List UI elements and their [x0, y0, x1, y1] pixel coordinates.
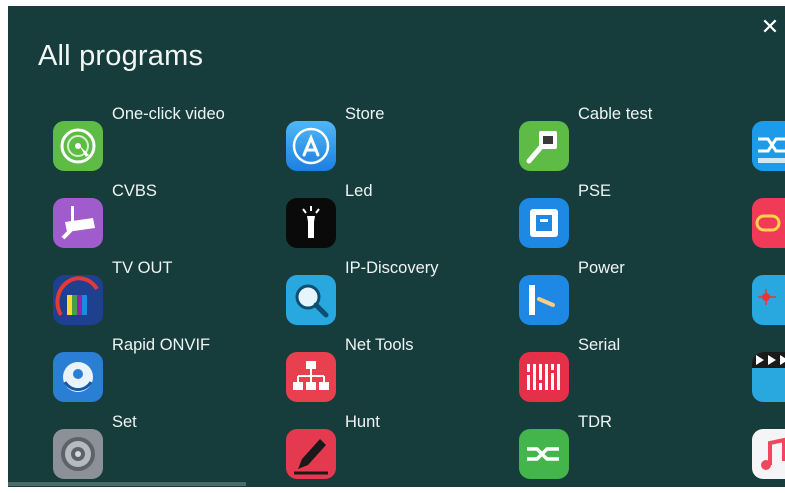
video-player-icon [752, 352, 785, 402]
music-icon [752, 429, 785, 479]
app-label: TDR [578, 413, 612, 431]
app-tv-out[interactable]: TV OUT [53, 259, 253, 325]
app-label: Hunt [345, 413, 380, 431]
app-label: Cable test [578, 105, 653, 123]
app-one-click-video[interactable]: One-click video [53, 105, 253, 171]
app-cvbs[interactable]: CVBS [53, 182, 253, 248]
app-rapid-onvif[interactable]: Rapid ONVIF [53, 336, 253, 402]
one-click-video-icon [53, 121, 103, 171]
app-partial-4[interactable] [752, 336, 785, 402]
app-tdr[interactable]: TDR [519, 413, 719, 479]
app-drawer: All programs ✕ One-click video Store Cab… [8, 6, 785, 487]
app-partial-2[interactable] [752, 182, 785, 248]
app-store[interactable]: Store [286, 105, 486, 171]
app-serial[interactable]: Serial [519, 336, 719, 402]
close-icon[interactable]: ✕ [760, 16, 780, 40]
optical-power-icon [752, 198, 785, 248]
app-hunt[interactable]: Hunt [286, 413, 486, 479]
ip-discovery-icon [286, 275, 336, 325]
app-net-tools[interactable]: Net Tools [286, 336, 486, 402]
tdr-icon [519, 429, 569, 479]
page-title: All programs [38, 40, 204, 72]
app-ip-discovery[interactable]: IP-Discovery [286, 259, 486, 325]
tv-out-icon [53, 275, 103, 325]
app-label: Net Tools [345, 336, 414, 354]
store-icon [286, 121, 336, 171]
settings-gear-icon [53, 429, 103, 479]
app-partial-5[interactable] [752, 413, 785, 479]
pse-port-icon [519, 198, 569, 248]
rapid-onvif-icon [53, 352, 103, 402]
app-partial-3[interactable] [752, 259, 785, 325]
app-pse[interactable]: PSE [519, 182, 719, 248]
app-label: TV OUT [112, 259, 173, 277]
power-icon [519, 275, 569, 325]
app-led[interactable]: Led [286, 182, 486, 248]
app-label: Power [578, 259, 625, 277]
app-cable-test[interactable]: Cable test [519, 105, 719, 171]
cable-tracer-icon [752, 121, 785, 171]
led-flashlight-icon [286, 198, 336, 248]
app-label: IP-Discovery [345, 259, 439, 277]
app-label: CVBS [112, 182, 157, 200]
app-label: One-click video [112, 105, 225, 123]
app-label: Serial [578, 336, 621, 354]
app-power[interactable]: Power [519, 259, 719, 325]
app-label: Led [345, 182, 373, 200]
app-label: PSE [578, 182, 612, 200]
app-label: Set [112, 413, 137, 431]
app-partial-1[interactable] [752, 105, 785, 171]
app-label: Rapid ONVIF [112, 336, 211, 354]
laser-icon [752, 275, 785, 325]
serial-icon [519, 352, 569, 402]
net-tools-icon [286, 352, 336, 402]
cable-test-icon [519, 121, 569, 171]
hunt-pen-icon [286, 429, 336, 479]
page-indicator [8, 482, 246, 486]
cvbs-camera-icon [53, 198, 103, 248]
app-set[interactable]: Set [53, 413, 253, 479]
app-label: Store [345, 105, 385, 123]
